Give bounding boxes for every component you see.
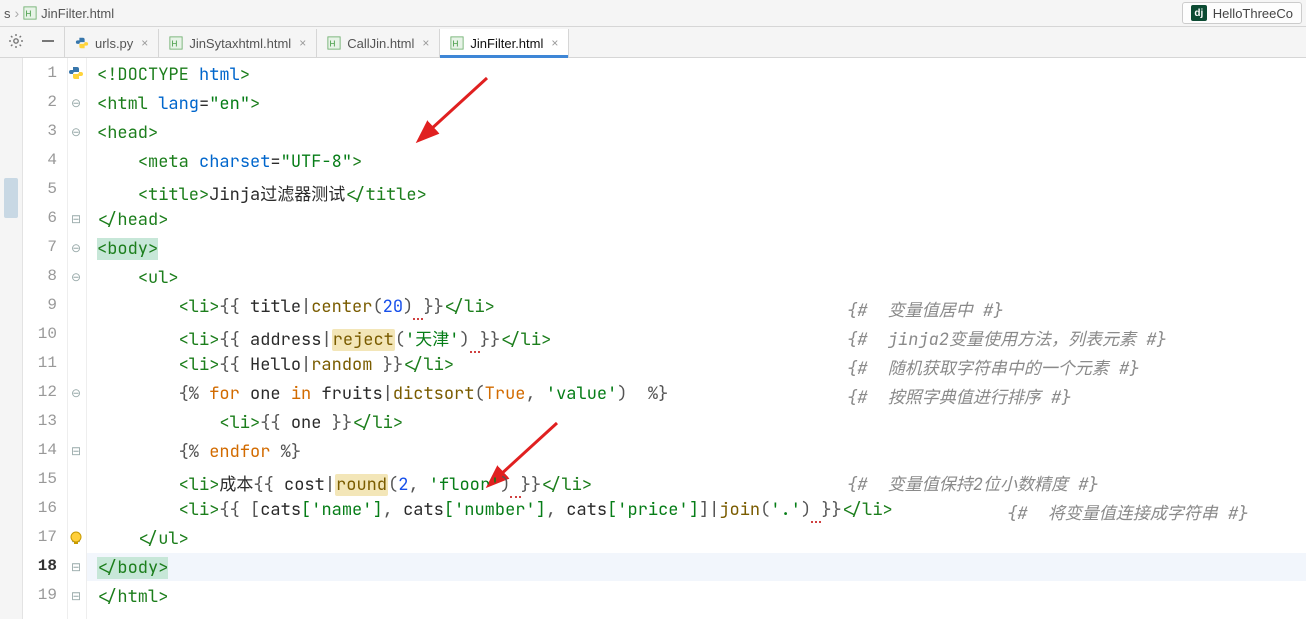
line-number: 5 [27, 180, 57, 198]
line-number: 18 [27, 557, 57, 575]
close-icon[interactable]: × [299, 36, 306, 50]
html-file-icon: H [327, 36, 341, 50]
tab-label: JinFilter.html [470, 36, 543, 51]
fold-collapse-icon[interactable]: ⊖ [71, 96, 81, 106]
code-line[interactable]: </body> [97, 557, 168, 579]
editor-tabs: urls.py × H JinSytaxhtml.html × H CallJin.html… [65, 27, 569, 57]
line-number: 4 [27, 151, 57, 169]
line-number: 11 [27, 354, 57, 372]
gear-icon[interactable] [8, 33, 24, 52]
code-line[interactable]: {% endfor %} [97, 441, 301, 463]
code-comment: {# 变量值居中 #} [847, 296, 1003, 322]
svg-text:H: H [330, 40, 336, 49]
close-icon[interactable]: × [551, 36, 558, 50]
fold-collapse-icon[interactable]: ⊖ [71, 125, 81, 135]
code-line[interactable]: <li>成本{{ cost|round(2, 'floor') }}</li> [97, 470, 592, 496]
line-number: 12 [27, 383, 57, 401]
scroll-marker [4, 178, 18, 218]
code-comment: {# 随机获取字符串中的一个元素 #} [847, 354, 1139, 380]
fold-collapse-icon[interactable]: ⊖ [71, 241, 81, 251]
fold-end-icon[interactable]: ⊟ [71, 589, 81, 599]
svg-text:H: H [172, 40, 178, 49]
minimize-icon[interactable] [40, 33, 56, 52]
tab-jinfilter-html[interactable]: H JinFilter.html × [440, 29, 569, 57]
code-line[interactable]: </head> [97, 209, 168, 231]
svg-text:H: H [26, 10, 32, 19]
tab-label: JinSytaxhtml.html [189, 36, 291, 51]
fold-end-icon[interactable]: ⊟ [71, 444, 81, 454]
code-line[interactable]: <li>{{ Hello|random }}</li> [97, 354, 454, 376]
html-file-icon: H [450, 36, 464, 50]
fold-collapse-icon[interactable]: ⊖ [71, 386, 81, 396]
code-comment: {# jinja2变量使用方法，列表元素 #} [847, 325, 1167, 351]
code-line[interactable]: <meta charset="UTF-8"> [97, 151, 362, 173]
code-line[interactable]: <li>{{ [cats['name'], cats['number'], ca… [97, 499, 893, 521]
fold-column[interactable]: ⊖⊖⊖⊖⊖⊟⊟⊟⊟⊟ [68, 58, 87, 619]
close-icon[interactable]: × [141, 36, 148, 50]
code-comment: {# 将变量值连接成字符串 #} [1007, 499, 1248, 525]
line-number: 6 [27, 209, 57, 227]
intention-bulb-icon[interactable] [68, 530, 84, 546]
fold-end-icon[interactable]: ⊟ [71, 560, 81, 570]
breadcrumb-file[interactable]: H JinFilter.html [23, 6, 114, 21]
line-number: 15 [27, 470, 57, 488]
breadcrumb-root-label: s [4, 6, 11, 21]
left-marker-rail [0, 58, 23, 619]
code-area[interactable]: <!DOCTYPE html> <html lang="en"> <head> <m… [87, 58, 1306, 619]
html-file-icon: H [23, 6, 37, 20]
tab-bar-row: urls.py × H JinSytaxhtml.html × H CallJin.html… [0, 27, 1306, 58]
python-file-icon [75, 36, 89, 50]
code-line[interactable]: <li>{{ address|reject('天津') }}</li> [97, 325, 551, 351]
fold-end-icon[interactable]: ⊟ [71, 212, 81, 222]
python-gutter-icon[interactable] [68, 65, 84, 81]
code-line[interactable]: {% for one in fruits|dictsort(True, 'val… [97, 383, 668, 405]
code-line[interactable]: <li>{{ title|center(20) }}</li> [97, 296, 495, 318]
run-config-label: HelloThreeCo [1213, 6, 1293, 21]
code-line[interactable]: <head> [97, 122, 158, 144]
tab-label: CallJin.html [347, 36, 414, 51]
line-number: 3 [27, 122, 57, 140]
line-number: 13 [27, 412, 57, 430]
code-comment: {# 变量值保持2位小数精度 #} [847, 470, 1099, 496]
tab-urls-py[interactable]: urls.py × [65, 29, 159, 57]
breadcrumb-separator: › [15, 5, 20, 21]
code-line[interactable]: <body> [97, 238, 158, 260]
close-icon[interactable]: × [422, 36, 429, 50]
line-number: 17 [27, 528, 57, 546]
line-number: 19 [27, 586, 57, 604]
code-line[interactable]: <li>{{ one }}</li> [97, 412, 403, 434]
breadcrumb-root[interactable]: s [4, 6, 11, 21]
line-number: 7 [27, 238, 57, 256]
tab-calljin-html[interactable]: H CallJin.html × [317, 29, 440, 57]
django-icon: dj [1191, 5, 1207, 21]
svg-text:H: H [453, 40, 459, 49]
code-line[interactable]: <ul> [97, 267, 179, 289]
editor: 12345678910111213141516171819 ⊖⊖⊖⊖⊖⊟⊟⊟⊟⊟… [0, 58, 1306, 619]
tab-label: urls.py [95, 36, 133, 51]
line-number: 10 [27, 325, 57, 343]
breadcrumb-bar: s › H JinFilter.html dj HelloThreeCo [0, 0, 1306, 27]
line-number: 14 [27, 441, 57, 459]
line-number: 2 [27, 93, 57, 111]
annotation-arrow-1 [417, 73, 497, 149]
run-config-selector[interactable]: dj HelloThreeCo [1182, 2, 1302, 24]
line-number: 9 [27, 296, 57, 314]
code-comment: {# 按照字典值进行排序 #} [847, 383, 1071, 409]
line-number-gutter[interactable]: 12345678910111213141516171819 [23, 58, 68, 619]
code-line[interactable]: </ul> [97, 528, 189, 550]
code-line[interactable]: <title>Jinja过滤器测试</title> [97, 180, 427, 206]
line-number: 8 [27, 267, 57, 285]
tool-window-controls [0, 27, 65, 57]
fold-collapse-icon[interactable]: ⊖ [71, 270, 81, 280]
line-number: 16 [27, 499, 57, 517]
code-line[interactable]: </html> [97, 586, 168, 608]
code-line[interactable]: <html lang="en"> [97, 93, 260, 115]
current-line-highlight [87, 553, 1306, 581]
tab-jinsytaxhtml-html[interactable]: H JinSytaxhtml.html × [159, 29, 317, 57]
html-file-icon: H [169, 36, 183, 50]
line-number: 1 [27, 64, 57, 82]
breadcrumb-file-label: JinFilter.html [41, 6, 114, 21]
code-line[interactable]: <!DOCTYPE html> [97, 64, 250, 86]
